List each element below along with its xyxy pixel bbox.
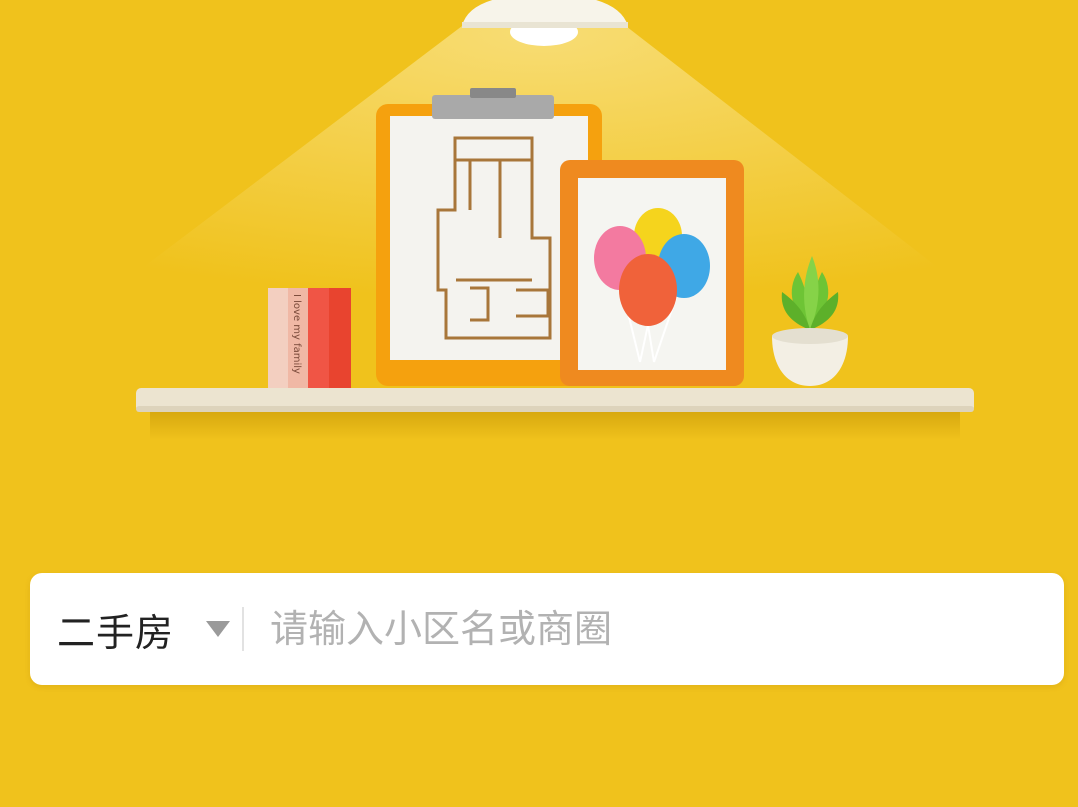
property-type-dropdown[interactable]: 二手房 [30,573,231,685]
book-spine-text: I love my family [291,294,302,374]
community-search-input[interactable] [244,572,1064,686]
balloon-picture-frame-icon [560,160,744,386]
search-bar: 二手房 [30,572,1064,686]
books-icon: I love my family [268,288,351,388]
caret-down-icon [206,621,231,637]
property-type-label: 二手房 [57,610,175,655]
shelf [136,388,974,440]
hero-illustration: I love my family [100,0,980,440]
